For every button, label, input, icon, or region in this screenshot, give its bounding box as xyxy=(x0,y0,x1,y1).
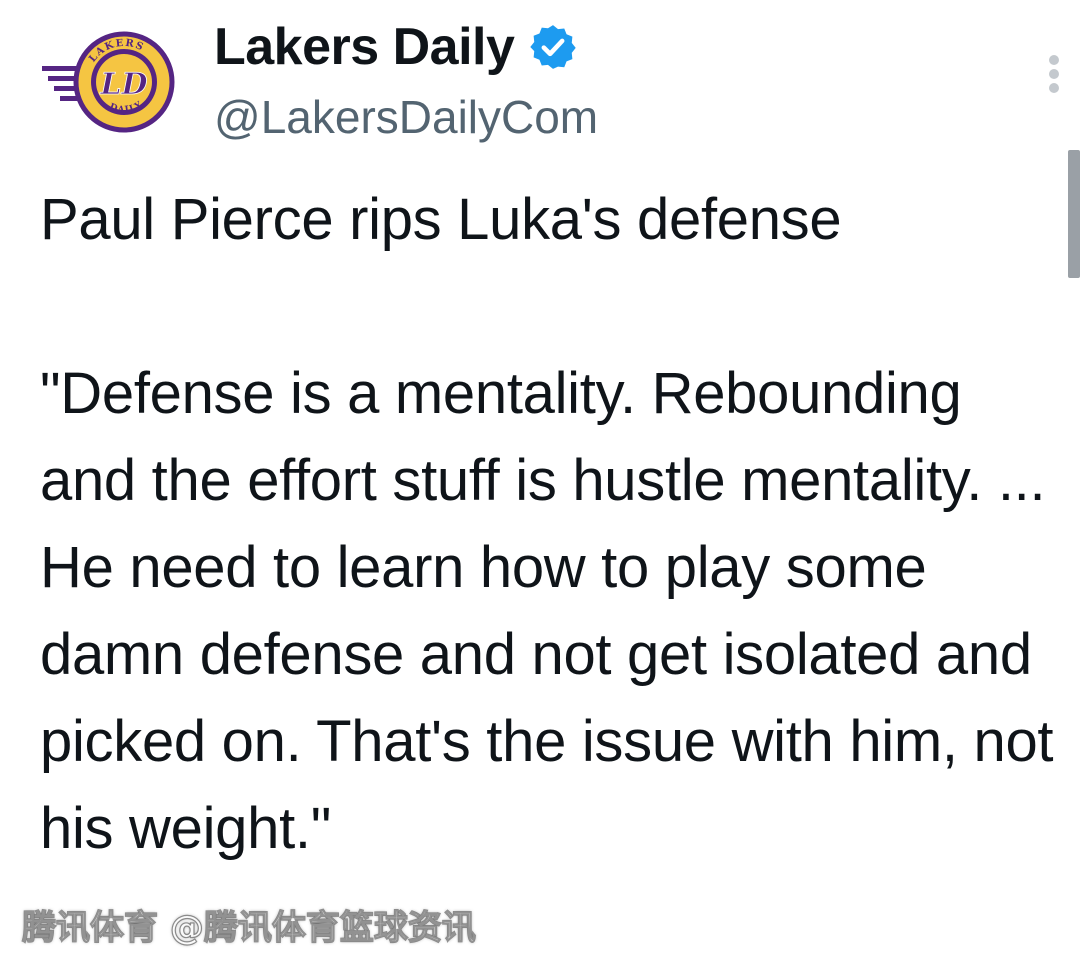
tweet-card: LAKERS DAILY LD Lakers Daily @LakersDail… xyxy=(0,0,1080,963)
display-name-row: Lakers Daily xyxy=(214,18,598,76)
avatar[interactable]: LAKERS DAILY LD xyxy=(40,24,176,136)
watermark: 腾讯体育 @腾讯体育篮球资讯 xyxy=(21,907,476,948)
scrollbar-thumb[interactable] xyxy=(1068,150,1080,278)
tweet-text: Paul Pierce rips Luka's defense "Defense… xyxy=(40,187,1054,861)
tweet-header: LAKERS DAILY LD Lakers Daily @LakersDail… xyxy=(40,14,1059,144)
account-handle[interactable]: @LakersDailyCom xyxy=(214,90,598,144)
verified-badge-icon xyxy=(530,25,577,69)
svg-text:LD: LD xyxy=(99,67,147,102)
account-names: Lakers Daily @LakersDailyCom xyxy=(214,18,598,144)
more-vertical-icon[interactable] xyxy=(1044,54,1064,98)
display-name[interactable]: Lakers Daily xyxy=(214,17,515,77)
